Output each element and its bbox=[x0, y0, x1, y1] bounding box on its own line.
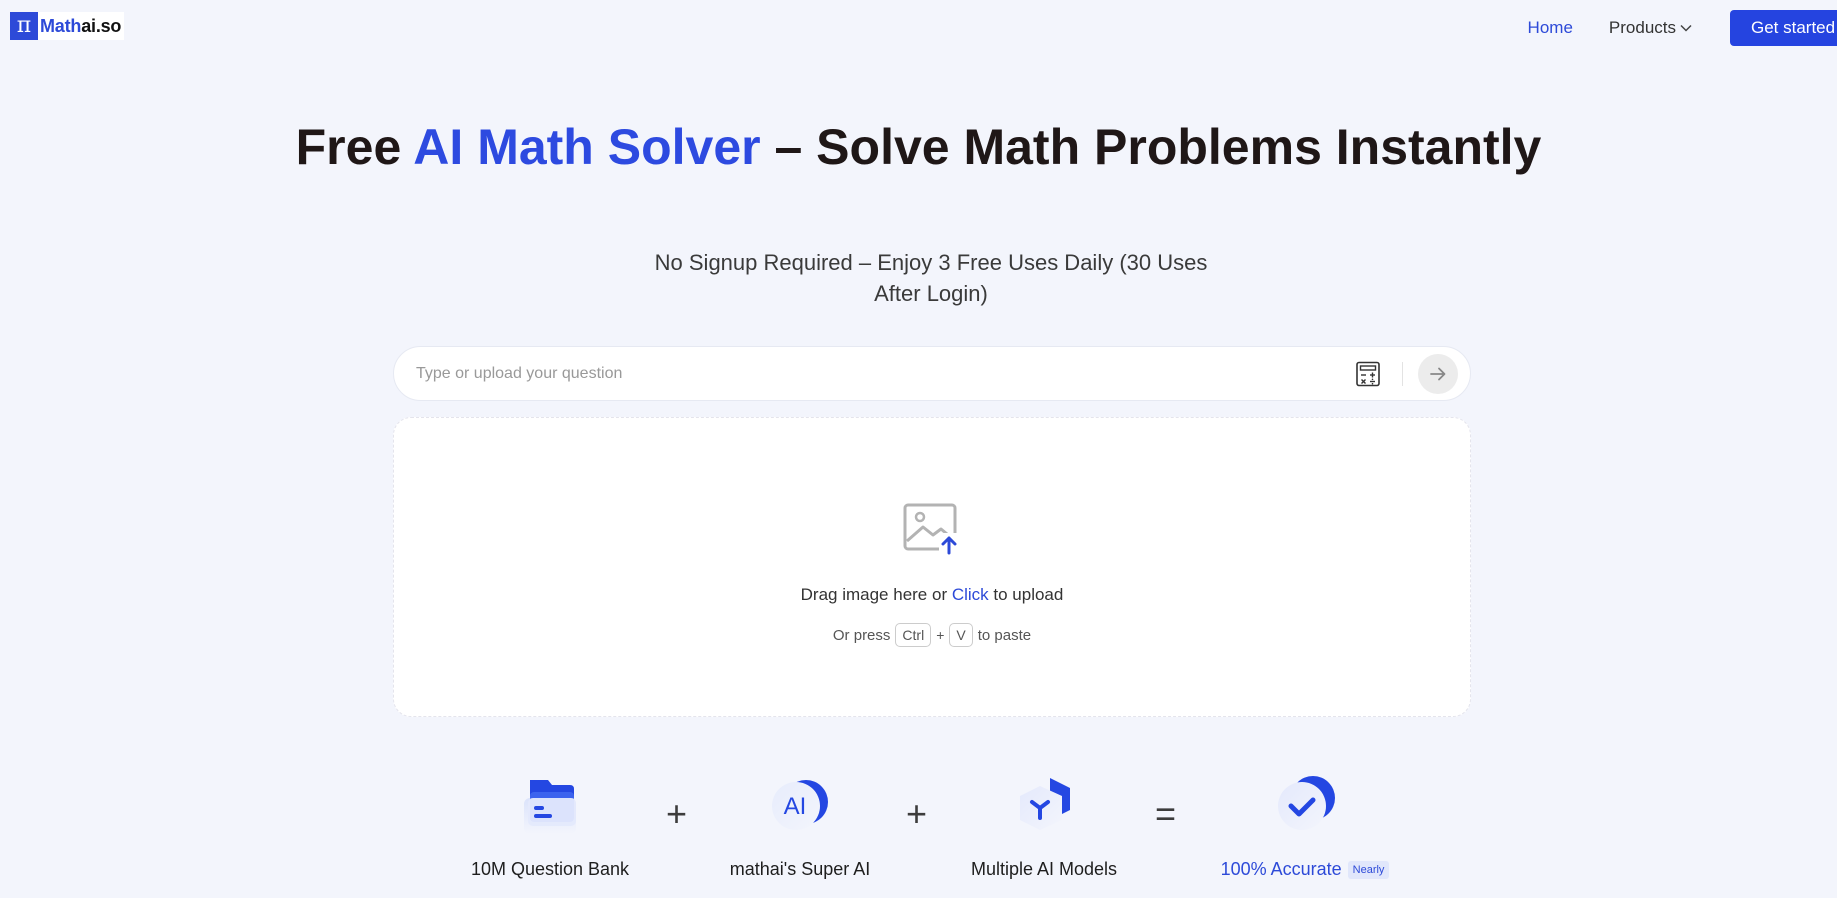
nearly-badge: Nearly bbox=[1347, 861, 1390, 880]
equals-operator: = bbox=[1155, 793, 1177, 834]
top-nav: Home Products Get started bbox=[1528, 10, 1837, 46]
feature-question-bank: 10M Question Bank bbox=[470, 772, 630, 880]
ai-icon: AI bbox=[772, 780, 828, 830]
feature-label: 100% Accurate Nearly bbox=[1210, 859, 1400, 880]
logo-mark: π bbox=[10, 12, 38, 40]
logo-text: Mathai.so bbox=[40, 16, 121, 37]
feature-label: Multiple AI Models bbox=[970, 859, 1118, 879]
accuracy-label: 100% Accurate bbox=[1220, 859, 1342, 879]
feature-super-ai: AI mathai's Super AI bbox=[720, 772, 880, 880]
folder-icon bbox=[524, 780, 576, 834]
cube-icon bbox=[1020, 778, 1070, 830]
page-subtitle: No Signup Required – Enjoy 3 Free Uses D… bbox=[654, 250, 1208, 306]
arrow-right-icon bbox=[1430, 367, 1446, 381]
paste-text-pre: Or press bbox=[832, 626, 891, 644]
search-divider bbox=[1402, 362, 1403, 386]
question-input[interactable] bbox=[416, 347, 1316, 400]
key-plus: + bbox=[936, 627, 945, 643]
image-upload-icon bbox=[903, 503, 959, 555]
nav-home-link[interactable]: Home bbox=[1528, 18, 1573, 38]
upload-instructions: Drag image here or Click to upload bbox=[394, 585, 1470, 605]
submit-question-button[interactable] bbox=[1418, 354, 1458, 394]
check-icon bbox=[1278, 776, 1335, 830]
ctrl-key: Ctrl bbox=[895, 623, 932, 647]
image-upload-dropzone[interactable]: Drag image here or Click to upload Or pr… bbox=[393, 417, 1471, 717]
plus-operator: + bbox=[666, 793, 688, 834]
feature-label: mathai's Super AI bbox=[729, 859, 871, 879]
logo[interactable]: π Mathai.so bbox=[10, 12, 125, 40]
title-suffix: – Solve Math Problems Instantly bbox=[760, 119, 1542, 175]
page-title: Free AI Math Solver – Solve Math Problem… bbox=[0, 118, 1837, 177]
upload-click-link[interactable]: Click bbox=[952, 585, 989, 604]
svg-text:AI: AI bbox=[784, 793, 807, 820]
feature-label: 10M Question Bank bbox=[470, 859, 630, 879]
logo-text-math: Math bbox=[40, 15, 82, 36]
title-prefix: Free bbox=[295, 119, 414, 175]
paste-text-post: to paste bbox=[977, 626, 1032, 644]
title-accent: AI Math Solver bbox=[413, 119, 761, 175]
logo-text-ai: ai.so bbox=[81, 15, 122, 36]
nav-products-label: Products bbox=[1608, 18, 1676, 37]
nav-products-dropdown[interactable]: Products bbox=[1609, 18, 1692, 38]
upload-text-pre: Drag image here or bbox=[800, 585, 952, 604]
get-started-button[interactable]: Get started bbox=[1730, 10, 1837, 46]
calculator-icon[interactable] bbox=[1355, 361, 1381, 387]
feature-multiple-models: Multiple AI Models bbox=[964, 772, 1124, 880]
chevron-down-icon bbox=[1680, 24, 1692, 32]
v-key: V bbox=[949, 623, 973, 647]
feature-accuracy: 100% Accurate Nearly bbox=[1210, 772, 1400, 880]
paste-instructions: Or press Ctrl + V to paste bbox=[394, 623, 1470, 647]
question-search-bar bbox=[393, 346, 1471, 401]
upload-text-post: to upload bbox=[988, 585, 1064, 604]
plus-operator: + bbox=[906, 793, 928, 834]
